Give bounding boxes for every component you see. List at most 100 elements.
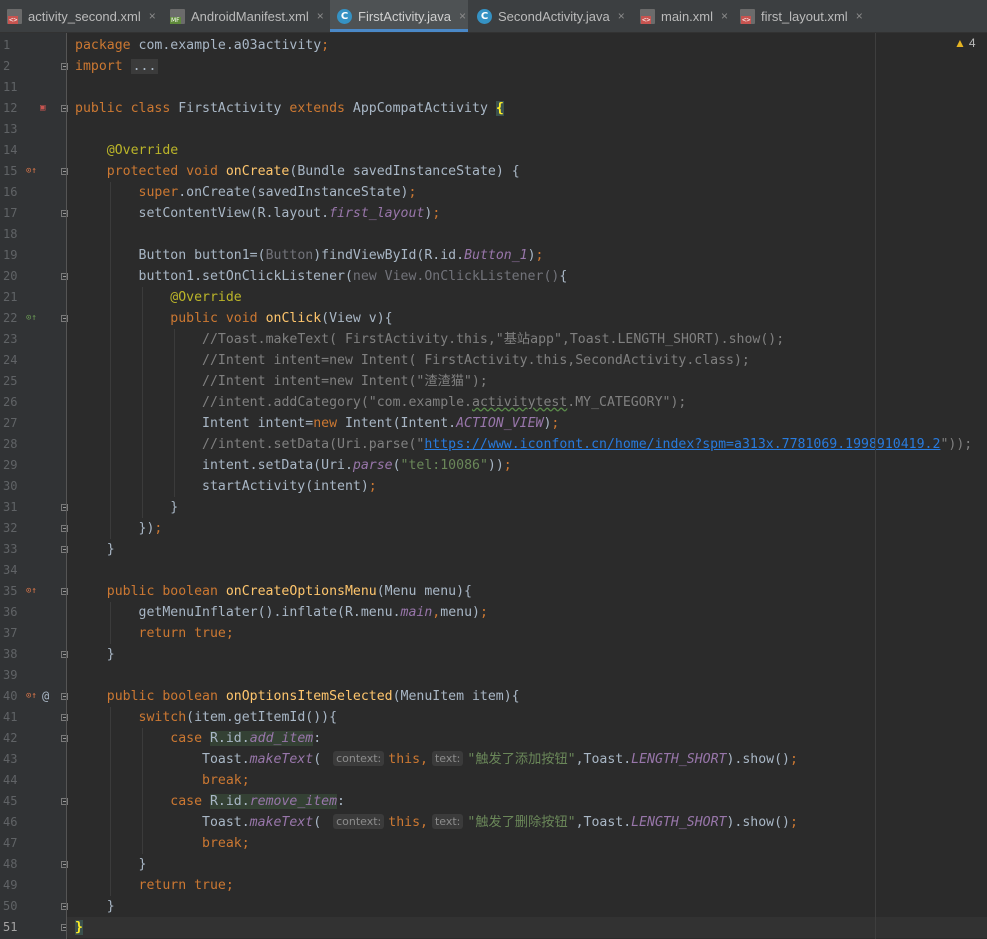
code-line[interactable]: return true; bbox=[75, 623, 234, 644]
override-method-icon[interactable]: ⊙↑ bbox=[26, 581, 37, 602]
code-line[interactable]: break; bbox=[75, 833, 250, 854]
code-token: case bbox=[170, 730, 210, 746]
line-number: 40 bbox=[3, 688, 18, 703]
line-number: 29 bbox=[3, 457, 18, 472]
code-token: package bbox=[75, 37, 139, 53]
code-line[interactable]: Toast.makeText( context: this, text: "触发了添加… bbox=[75, 749, 798, 770]
code-line[interactable]: break; bbox=[75, 770, 250, 791]
code-token: extends bbox=[289, 100, 353, 116]
code-token: )) bbox=[487, 457, 504, 473]
line-number: 33 bbox=[3, 541, 18, 556]
line-number: 17 bbox=[3, 205, 18, 220]
code-line[interactable]: return true; bbox=[75, 875, 234, 896]
code-line[interactable]: }); bbox=[75, 518, 163, 539]
tab-secondactivity-java[interactable]: C SecondActivity.java × bbox=[470, 0, 630, 32]
code-token: return true; bbox=[138, 625, 234, 641]
annotation-at-icon[interactable]: @ bbox=[42, 686, 49, 707]
code-line[interactable]: public boolean onOptionsItemSelected(Men… bbox=[75, 686, 520, 707]
code-line[interactable]: //intent.addCategory("com.example.activi… bbox=[75, 392, 686, 413]
tab-first-layout-xml[interactable]: first_layout.xml × bbox=[733, 0, 863, 32]
code-token: context: bbox=[333, 750, 385, 766]
code-line[interactable]: getMenuInflater().inflate(R.menu.main,me… bbox=[75, 602, 488, 623]
code-line[interactable]: import ... bbox=[75, 56, 159, 77]
code-token: setContentView(R.layout. bbox=[75, 205, 330, 221]
code-line[interactable]: //Intent intent=new Intent( FirstActivit… bbox=[75, 350, 750, 371]
code-line[interactable]: Toast.makeText( context: this, text: "触发了删除… bbox=[75, 812, 798, 833]
code-line[interactable]: } bbox=[75, 497, 178, 518]
code-line[interactable]: package com.example.a03activity; bbox=[75, 35, 329, 56]
tab-label: first_layout.xml bbox=[761, 8, 848, 24]
tab-activity-second-xml[interactable]: activity_second.xml × bbox=[0, 0, 160, 32]
code-line[interactable]: protected void onCreate(Bundle savedInst… bbox=[75, 161, 520, 182]
code-token: LENGTH_SHORT bbox=[631, 751, 727, 767]
code-line[interactable]: } bbox=[75, 644, 115, 665]
android-activity-icon[interactable]: ▣ bbox=[40, 98, 45, 119]
code-line[interactable]: //Intent intent=new Intent("渣渣猫"); bbox=[75, 371, 488, 392]
close-icon[interactable]: × bbox=[149, 9, 156, 23]
code-token: button1.setOnClickListener( bbox=[75, 268, 353, 284]
code-token: this, bbox=[388, 814, 428, 830]
tab-androidmanifest-xml[interactable]: AndroidManifest.xml × bbox=[163, 0, 328, 32]
manifest-file-icon bbox=[170, 8, 185, 24]
code-line[interactable]: Intent intent=new Intent(Intent.ACTION_V… bbox=[75, 413, 559, 434]
code-line[interactable]: switch(item.getItemId()){ bbox=[75, 707, 338, 728]
code-line[interactable]: super.onCreate(savedInstanceState); bbox=[75, 182, 417, 203]
code-token: (Bundle savedInstanceState) { bbox=[289, 163, 520, 179]
code-line[interactable]: setContentView(R.layout.first_layout); bbox=[75, 203, 441, 224]
override-method-icon[interactable]: ⊙↑ bbox=[26, 161, 37, 182]
close-icon[interactable]: × bbox=[317, 9, 324, 23]
close-icon[interactable]: × bbox=[721, 9, 728, 23]
code-token: getMenuInflater().inflate(R.menu. bbox=[75, 604, 401, 620]
code-token: ; bbox=[368, 478, 377, 494]
code-token: onCreate bbox=[225, 163, 290, 179]
code-line[interactable]: } bbox=[75, 539, 115, 560]
code-line[interactable]: case R.id.add_item: bbox=[75, 728, 321, 749]
code-line[interactable]: } bbox=[75, 854, 147, 875]
code-token: (MenuItem item){ bbox=[392, 688, 520, 704]
tab-firstactivity-java[interactable]: C FirstActivity.java × bbox=[330, 0, 468, 32]
code-line[interactable]: Button button1=(Button)findViewById(R.id… bbox=[75, 245, 544, 266]
code-line[interactable]: } bbox=[75, 896, 115, 917]
tab-main-xml[interactable]: main.xml × bbox=[633, 0, 731, 32]
override-method-icon[interactable]: ⊙↑ bbox=[26, 686, 37, 707]
code-line[interactable]: //intent.setData(Uri.parse("https://www.… bbox=[75, 434, 972, 455]
line-number: 41 bbox=[3, 709, 18, 724]
code-line[interactable]: } bbox=[75, 917, 83, 938]
code-token: public boolean bbox=[106, 688, 226, 704]
code-line[interactable]: public void onClick(View v){ bbox=[75, 308, 392, 329]
code-line[interactable]: case R.id.remove_item: bbox=[75, 791, 345, 812]
implement-method-icon[interactable]: ⊙↑ bbox=[26, 308, 37, 329]
close-icon[interactable]: × bbox=[618, 9, 625, 23]
code-line[interactable]: intent.setData(Uri.parse("tel:10086")); bbox=[75, 455, 512, 476]
code-token: Toast. bbox=[75, 751, 250, 767]
code-line[interactable]: button1.setOnClickListener(new View.OnCl… bbox=[75, 266, 568, 287]
line-number: 46 bbox=[3, 814, 18, 829]
code-editor[interactable]: package com.example.a03activity; import .… bbox=[67, 33, 987, 939]
line-number: 24 bbox=[3, 352, 18, 367]
tab-label: main.xml bbox=[661, 8, 714, 24]
code-line[interactable]: //Toast.makeText( FirstActivity.this,"基站… bbox=[75, 329, 784, 350]
code-line[interactable]: public boolean onCreateOptionsMenu(Menu … bbox=[75, 581, 472, 602]
code-token: text: bbox=[431, 750, 464, 766]
code-token: : bbox=[313, 730, 322, 746]
code-token: ( bbox=[313, 751, 330, 767]
line-number: 19 bbox=[3, 247, 18, 262]
code-line[interactable]: startActivity(intent); bbox=[75, 476, 377, 497]
inspection-widget[interactable]: ▲ 4 bbox=[954, 36, 976, 50]
close-icon[interactable]: × bbox=[459, 9, 466, 23]
code-line[interactable]: @Override bbox=[75, 140, 178, 161]
code-token: ; bbox=[432, 205, 441, 221]
code-token: break; bbox=[202, 772, 250, 788]
code-token: ).show() bbox=[726, 751, 790, 767]
code-token: } bbox=[75, 856, 147, 872]
code-line[interactable]: public class FirstActivity extends AppCo… bbox=[75, 98, 504, 119]
close-icon[interactable]: × bbox=[856, 9, 863, 23]
code-line[interactable]: @Override bbox=[75, 287, 241, 308]
code-token: import bbox=[75, 58, 131, 74]
code-token: this, bbox=[388, 751, 428, 767]
